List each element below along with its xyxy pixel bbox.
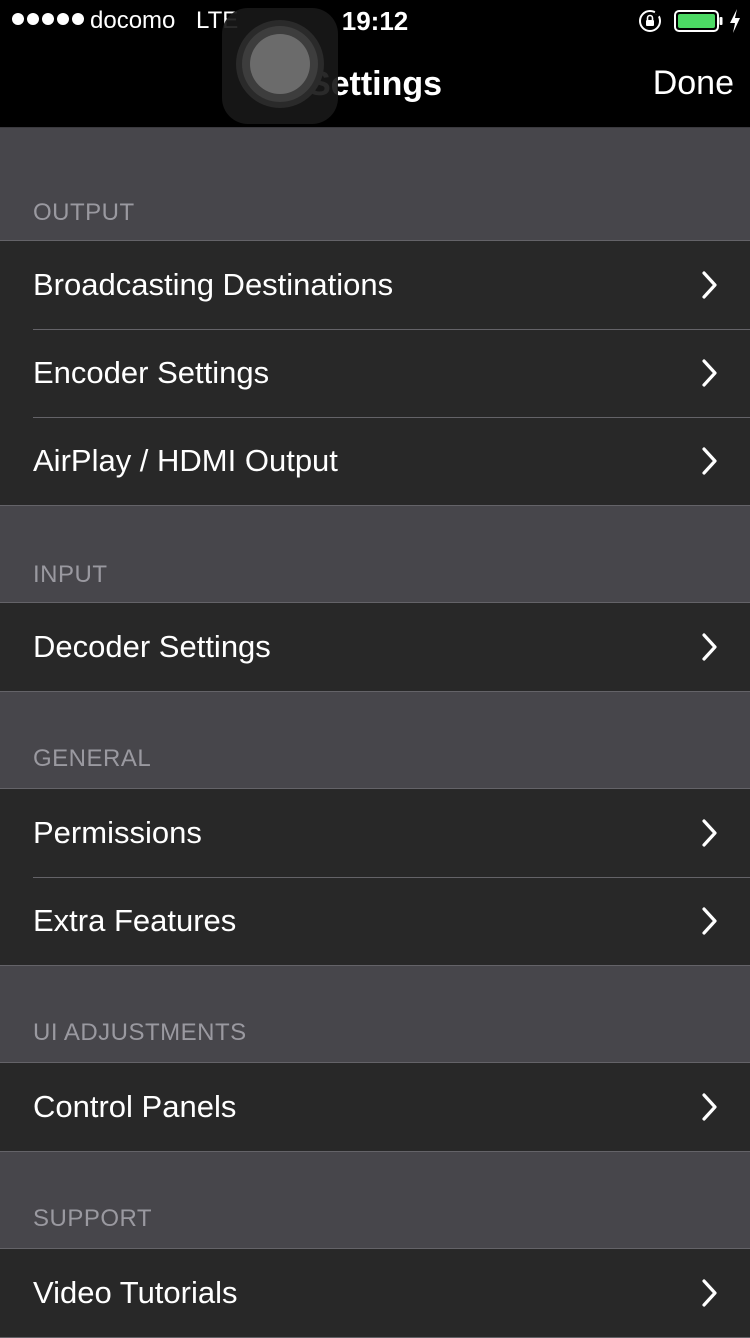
done-button[interactable]: Done bbox=[633, 58, 734, 108]
row-label: Broadcasting Destinations bbox=[33, 267, 394, 302]
section-header-output: OUTPUT bbox=[33, 199, 135, 226]
settings-list: OUTPUT Broadcasting Destinations Encoder… bbox=[0, 128, 750, 1338]
row-label: Control Panels bbox=[33, 1089, 237, 1124]
section-header-general: GENERAL bbox=[33, 745, 152, 772]
chevron-right-icon bbox=[702, 907, 717, 935]
settings-group-general: Permissions Extra Features bbox=[0, 788, 750, 966]
assistive-touch-icon[interactable] bbox=[222, 8, 338, 124]
chevron-right-icon bbox=[702, 447, 717, 475]
section-header-input: INPUT bbox=[33, 561, 108, 588]
row-label: Permissions bbox=[33, 815, 202, 850]
settings-row-decoder-settings[interactable]: Decoder Settings bbox=[0, 603, 750, 691]
navigation-bar: Settings Done bbox=[0, 40, 750, 128]
settings-row-broadcasting-destinations[interactable]: Broadcasting Destinations bbox=[0, 241, 750, 329]
settings-group-support: Video Tutorials bbox=[0, 1248, 750, 1338]
row-label: Extra Features bbox=[33, 903, 237, 938]
chevron-right-icon bbox=[702, 819, 717, 847]
rotation-lock-icon bbox=[639, 10, 662, 32]
battery-icon bbox=[674, 10, 723, 32]
chevron-right-icon bbox=[702, 633, 717, 661]
section-header-ui-adjustments: UI ADJUSTMENTS bbox=[33, 1019, 247, 1046]
chevron-right-icon bbox=[702, 271, 717, 299]
row-label: AirPlay / HDMI Output bbox=[33, 443, 338, 478]
settings-row-airplay-hdmi-output[interactable]: AirPlay / HDMI Output bbox=[0, 417, 750, 505]
row-label: Encoder Settings bbox=[33, 355, 270, 390]
assistive-touch-inner-ring bbox=[242, 26, 318, 102]
settings-row-extra-features[interactable]: Extra Features bbox=[0, 877, 750, 965]
settings-row-video-tutorials[interactable]: Video Tutorials bbox=[0, 1249, 750, 1337]
settings-row-encoder-settings[interactable]: Encoder Settings bbox=[0, 329, 750, 417]
settings-group-input: Decoder Settings bbox=[0, 602, 750, 692]
chevron-right-icon bbox=[702, 1279, 717, 1307]
settings-group-output: Broadcasting Destinations Encoder Settin… bbox=[0, 240, 750, 506]
settings-row-permissions[interactable]: Permissions bbox=[0, 789, 750, 877]
row-label: Decoder Settings bbox=[33, 629, 271, 664]
row-label: Video Tutorials bbox=[33, 1275, 238, 1310]
charging-bolt-icon bbox=[730, 9, 740, 33]
chevron-right-icon bbox=[702, 359, 717, 387]
assistive-touch-core bbox=[250, 34, 310, 94]
assistive-touch-ring bbox=[236, 20, 324, 108]
status-bar: docomo LTE 19:12 bbox=[0, 0, 750, 40]
settings-row-control-panels[interactable]: Control Panels bbox=[0, 1063, 750, 1151]
chevron-right-icon bbox=[702, 1093, 717, 1121]
settings-group-ui-adjustments: Control Panels bbox=[0, 1062, 750, 1152]
section-header-support: SUPPORT bbox=[33, 1205, 153, 1232]
